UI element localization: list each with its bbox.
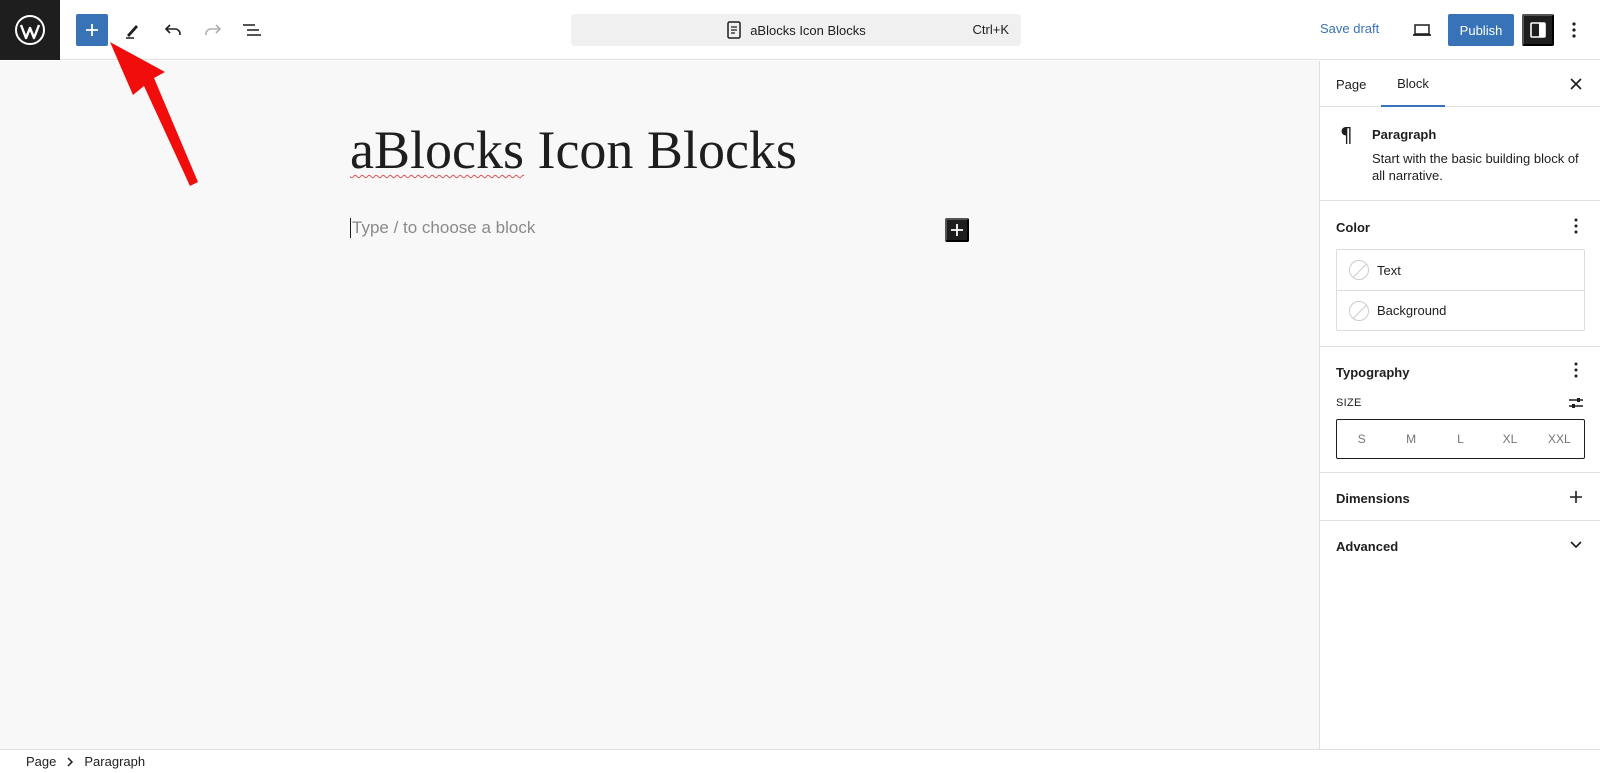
document-overview-button[interactable] <box>236 14 268 46</box>
post-title-misspelled-word: aBlocks <box>350 120 524 180</box>
block-inserter-button[interactable] <box>76 14 108 46</box>
wordpress-logo-icon <box>15 15 45 45</box>
settings-sidebar: Page Block ¶ Paragraph Start with the ba… <box>1319 61 1600 749</box>
document-title: aBlocks Icon Blocks <box>750 22 866 38</box>
block-card: ¶ Paragraph Start with the basic buildin… <box>1320 107 1600 201</box>
settings-sliders-icon <box>1569 398 1583 408</box>
keyboard-shortcut: Ctrl+K <box>972 22 1009 37</box>
tab-block[interactable]: Block <box>1381 61 1445 107</box>
font-size-option-xxl[interactable]: XXL <box>1535 420 1584 458</box>
color-settings-list: Text Background <box>1336 249 1585 331</box>
font-size-option-m[interactable]: M <box>1386 420 1435 458</box>
block-card-description: Start with the basic building block of a… <box>1372 151 1579 183</box>
post-title-rest: Icon Blocks <box>523 120 797 180</box>
block-card-title: Paragraph <box>1372 127 1437 142</box>
post-title[interactable]: aBlocks Icon Blocks <box>350 123 797 177</box>
color-item-text[interactable]: Text <box>1337 250 1584 290</box>
settings-toggle-button[interactable] <box>1522 14 1554 46</box>
breadcrumb-item-page[interactable]: Page <box>26 754 56 769</box>
sidebar-panel-icon <box>1530 22 1546 38</box>
redo-icon <box>205 24 222 35</box>
wordpress-logo-button[interactable] <box>0 0 60 60</box>
color-panel-title: Color <box>1336 220 1370 235</box>
tools-button[interactable] <box>116 14 148 46</box>
color-panel: Color Text Background <box>1320 201 1600 347</box>
custom-size-button[interactable] <box>1565 392 1587 414</box>
vertical-ellipsis-icon <box>1574 218 1578 234</box>
block-breadcrumb: Page Paragraph <box>0 749 1600 773</box>
typography-panel-title: Typography <box>1336 365 1410 380</box>
document-icon <box>726 21 742 39</box>
font-size-label: SIZE <box>1336 397 1362 409</box>
sidebar-tabs: Page Block <box>1320 61 1600 107</box>
tab-page[interactable]: Page <box>1336 61 1366 107</box>
plus-icon <box>86 24 98 36</box>
plus-icon[interactable] <box>1565 486 1587 508</box>
undo-button[interactable] <box>157 14 189 46</box>
command-palette-bar[interactable]: aBlocks Icon Blocks Ctrl+K <box>571 14 1021 46</box>
paragraph-icon: ¶ <box>1340 123 1353 147</box>
dimensions-panel[interactable]: Dimensions <box>1320 473 1600 521</box>
undo-icon <box>164 24 181 35</box>
dimensions-panel-title: Dimensions <box>1336 491 1410 506</box>
list-view-icon <box>243 24 261 36</box>
font-size-option-xl[interactable]: XL <box>1485 420 1534 458</box>
preview-button[interactable] <box>1406 14 1438 46</box>
pencil-icon <box>126 25 138 39</box>
laptop-icon <box>1413 24 1431 36</box>
typography-panel: Typography SIZE S M L XL XXL <box>1320 347 1600 473</box>
font-size-option-s[interactable]: S <box>1337 420 1386 458</box>
empty-color-swatch-icon <box>1349 300 1369 321</box>
font-size-option-l[interactable]: L <box>1436 420 1485 458</box>
close-sidebar-button[interactable] <box>1565 73 1587 95</box>
paragraph-block-placeholder[interactable]: Type / to choose a block <box>350 218 535 238</box>
add-block-button[interactable] <box>945 218 969 242</box>
color-item-background[interactable]: Background <box>1337 290 1584 330</box>
typography-options-button[interactable] <box>1565 359 1587 381</box>
advanced-panel-title: Advanced <box>1336 539 1399 554</box>
color-item-label: Background <box>1377 303 1447 318</box>
plus-icon <box>951 224 963 236</box>
chevron-down-icon[interactable] <box>1565 534 1587 556</box>
font-size-picker: S M L XL XXL <box>1336 419 1585 459</box>
color-options-button[interactable] <box>1565 215 1587 237</box>
advanced-panel[interactable]: Advanced <box>1320 521 1600 569</box>
close-icon <box>1570 78 1582 90</box>
save-draft-button[interactable]: Save draft <box>1320 21 1379 36</box>
editor-canvas: aBlocks Icon Blocks Type / to choose a b… <box>0 61 1319 749</box>
chevron-right-icon <box>66 756 74 767</box>
color-item-label: Text <box>1377 262 1401 278</box>
breadcrumb-item-paragraph[interactable]: Paragraph <box>84 754 145 769</box>
options-menu-button[interactable] <box>1560 14 1588 46</box>
vertical-ellipsis-icon <box>1574 362 1578 378</box>
redo-button[interactable] <box>197 14 229 46</box>
editor-header: aBlocks Icon Blocks Ctrl+K Save draft Pu… <box>0 0 1600 60</box>
empty-color-swatch-icon <box>1349 260 1369 280</box>
vertical-ellipsis-icon <box>1572 22 1576 38</box>
publish-button[interactable]: Publish <box>1448 14 1514 46</box>
